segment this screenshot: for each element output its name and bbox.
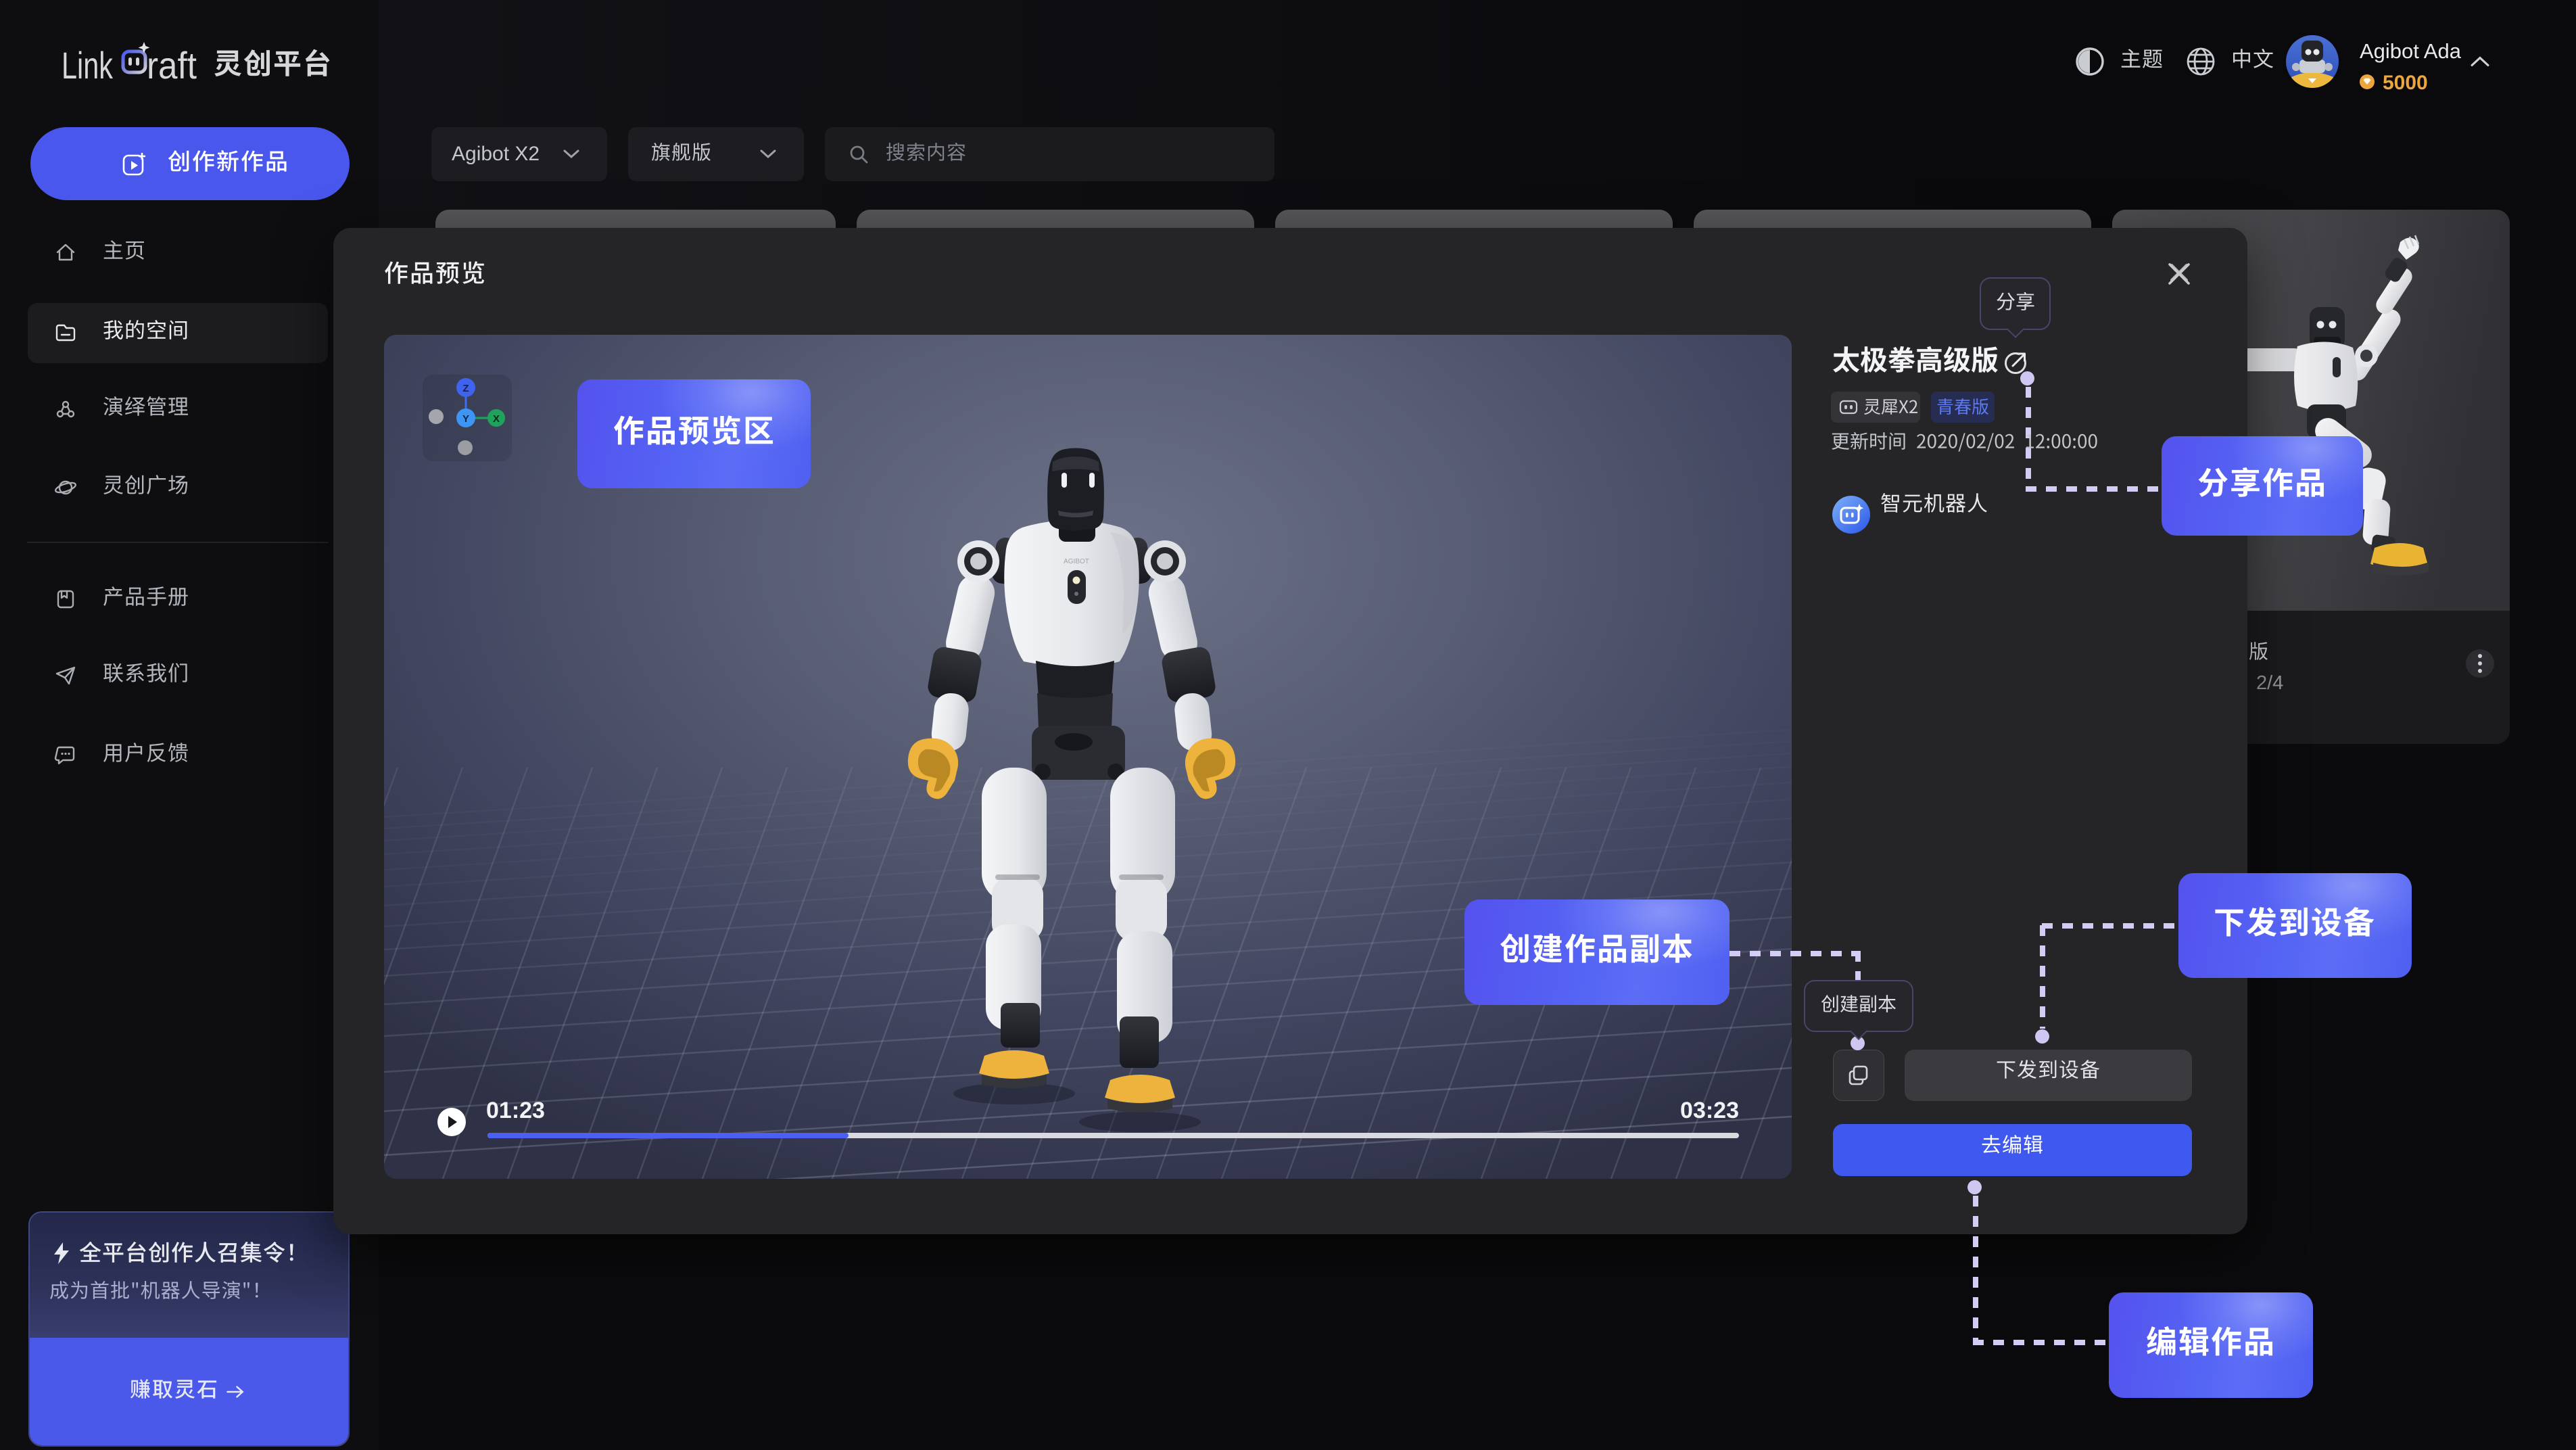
- svg-text:Y: Y: [462, 413, 469, 425]
- svg-text:Z: Z: [462, 383, 469, 394]
- svg-text:X: X: [493, 413, 500, 425]
- svg-text:AGIBOT: AGIBOT: [1064, 558, 1089, 565]
- svg-text:Link: Link: [62, 44, 114, 87]
- svg-text:raft: raft: [147, 44, 197, 87]
